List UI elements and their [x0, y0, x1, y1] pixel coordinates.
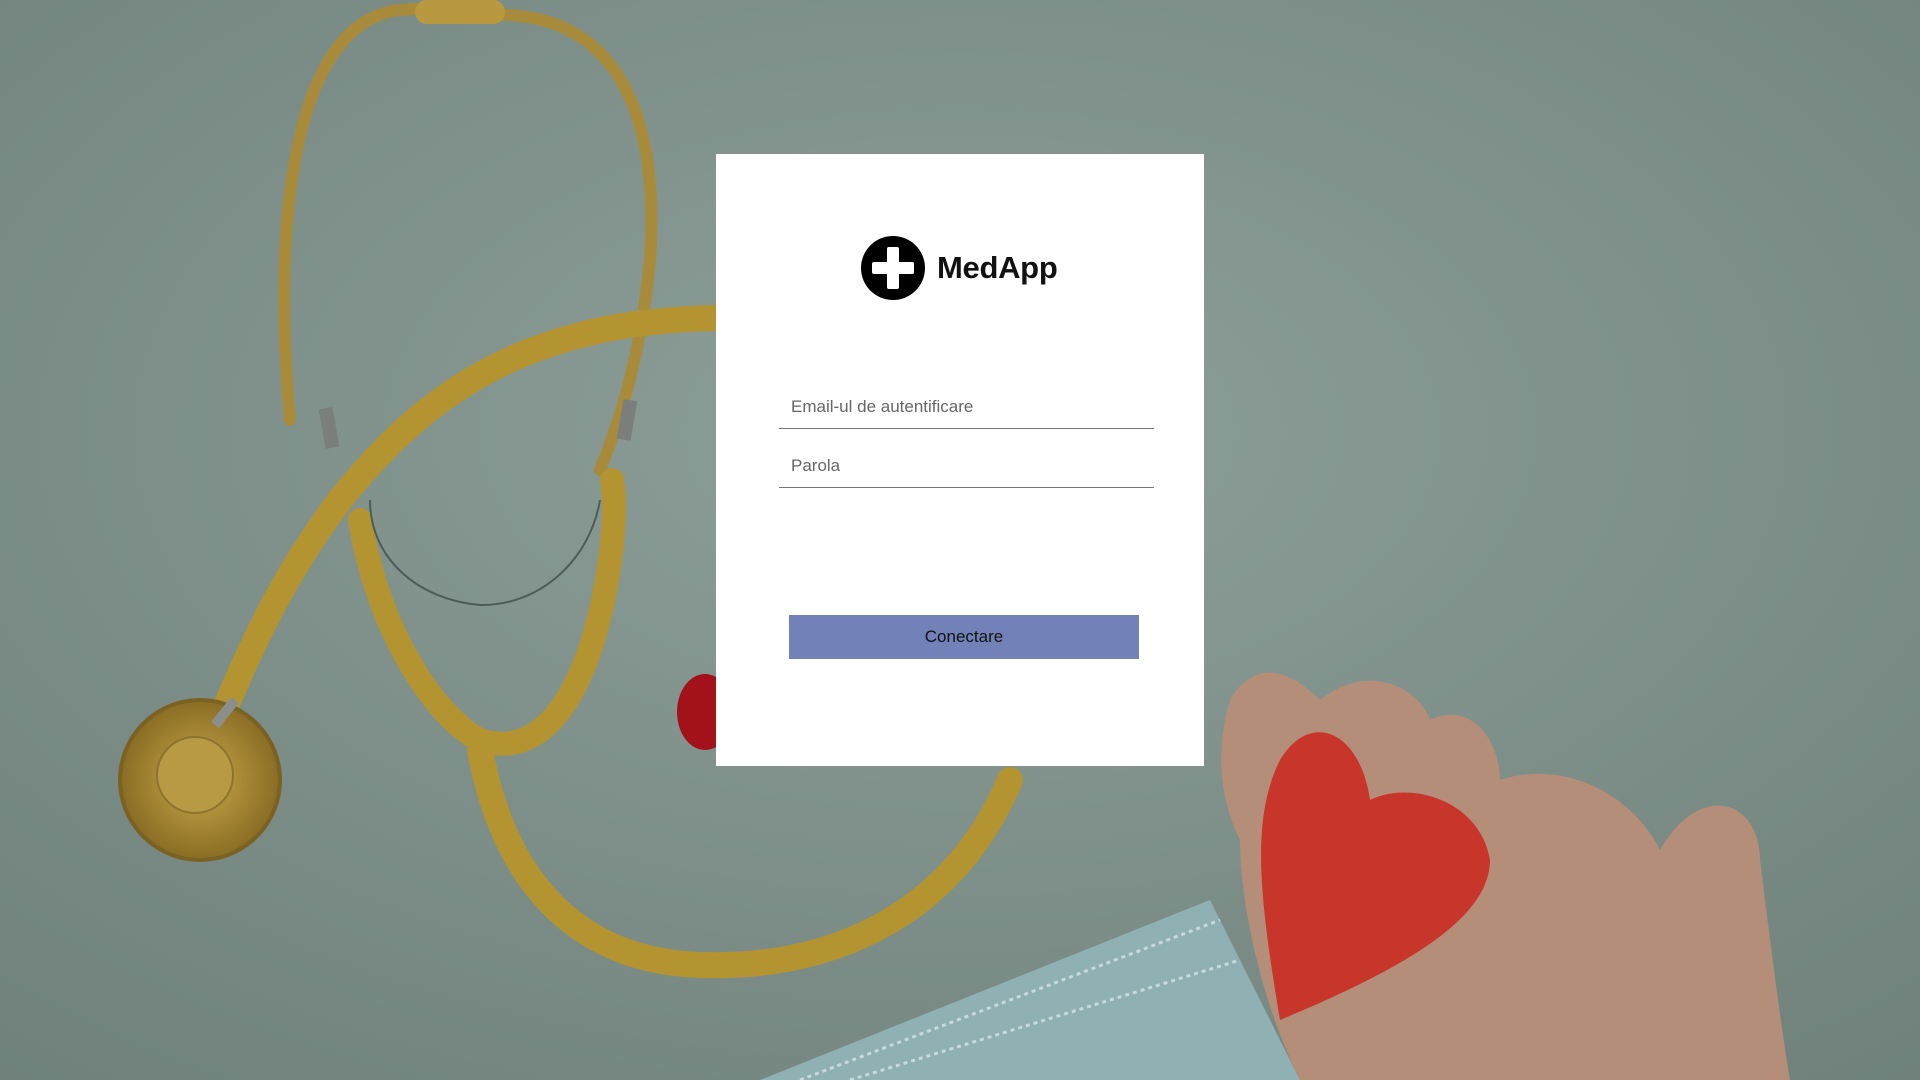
app-name: MedApp — [937, 250, 1058, 285]
email-field[interactable] — [779, 385, 1154, 429]
connect-button[interactable]: Conectare — [789, 615, 1139, 659]
password-field[interactable] — [779, 444, 1154, 488]
login-card: MedApp Conectare — [716, 154, 1204, 766]
app-logo: MedApp — [861, 236, 1058, 300]
medical-cross-icon — [861, 236, 925, 300]
